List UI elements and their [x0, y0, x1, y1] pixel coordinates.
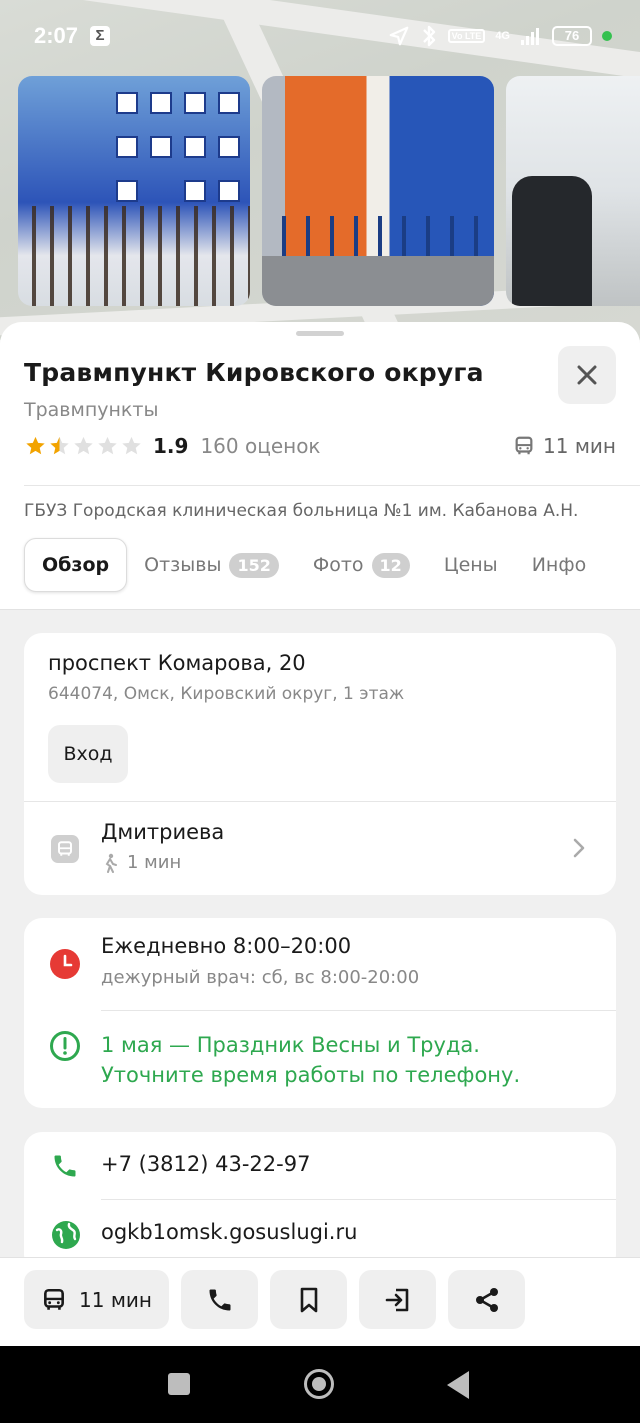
photos-count-badge: 12 [371, 552, 410, 578]
bus-stop-icon [51, 835, 79, 863]
bus-icon [515, 436, 533, 455]
star-empty-icon [74, 436, 93, 455]
tab-bar: Обзор Отзывы 152 Фото 12 Цены Инфо [24, 538, 603, 592]
rating-stars [24, 435, 143, 457]
walk-time-label: 1 мин [127, 852, 182, 873]
close-button[interactable] [558, 346, 616, 404]
enter-building-button[interactable] [359, 1270, 436, 1329]
walk-icon [105, 853, 117, 873]
close-icon [577, 365, 597, 385]
divider [24, 485, 640, 486]
volte-icon: Vo LTE [447, 29, 486, 43]
network-type-icon: 4G [495, 30, 510, 42]
rating-value: 1.9 [153, 434, 189, 458]
entrance-button[interactable]: Вход [48, 725, 128, 783]
bookmark-button[interactable] [270, 1270, 347, 1329]
chevron-right-icon [573, 838, 585, 858]
place-category: Травмпункты [24, 399, 159, 421]
signal-icon [521, 28, 539, 45]
phone-icon [54, 1155, 76, 1177]
tab-reviews[interactable]: Отзывы 152 [127, 538, 296, 592]
transit-time-label: 11 мин [543, 434, 616, 458]
route-button[interactable]: 11 мин [24, 1270, 169, 1329]
bookmark-icon [300, 1287, 317, 1312]
photo-building-blue[interactable] [18, 76, 250, 306]
tab-photos[interactable]: Фото 12 [296, 538, 427, 592]
hours-card: Ежедневно 8:00–20:00 дежурный врач: сб, … [24, 918, 616, 1108]
divider [101, 1199, 616, 1200]
system-navigation-bar [0, 1346, 640, 1423]
tab-label: Фото [312, 554, 364, 576]
bus-icon [44, 1288, 64, 1310]
photo-gallery[interactable] [18, 76, 640, 306]
photo-interior-hall[interactable] [506, 76, 640, 306]
tab-label: Отзывы [144, 554, 222, 576]
divider [101, 1010, 616, 1011]
recents-button[interactable] [168, 1373, 190, 1395]
place-header: Травмпункт Кировского округа Травмпункты… [0, 322, 640, 610]
website-link[interactable]: ogkb1omsk.gosuslugi.ru [101, 1220, 357, 1244]
tab-label: Инфо [531, 554, 587, 576]
tab-label: Обзор [42, 554, 110, 576]
privacy-indicator-dot [602, 31, 612, 41]
divider [24, 801, 616, 802]
entrance-icon [385, 1288, 408, 1311]
holiday-notice: 1 мая — Праздник Весны и Труда. Уточните… [101, 1030, 520, 1090]
action-bar: 11 мин [0, 1257, 640, 1346]
globe-icon [52, 1221, 80, 1249]
holiday-line-2: Уточните время работы по телефону. [101, 1063, 521, 1087]
rating-row[interactable]: 1.9 160 оценок 11 мин [24, 432, 616, 460]
tab-info[interactable]: Инфо [515, 538, 604, 592]
stop-name: Дмитриева [101, 820, 225, 844]
contacts-card: +7 (3812) 43-22-97 ogkb1omsk.gosuslugi.r… [24, 1132, 616, 1257]
place-title: Травмпункт Кировского округа [24, 358, 484, 387]
star-icon [26, 436, 45, 455]
call-button[interactable] [181, 1270, 258, 1329]
status-time: 2:07 [34, 23, 79, 48]
sigma-notification-icon: Σ [90, 26, 110, 46]
battery-icon: 76 [552, 26, 592, 46]
phone-number[interactable]: +7 (3812) 43-22-97 [101, 1152, 310, 1176]
address-card: проспект Комарова, 20 644074, Омск, Киро… [24, 633, 616, 895]
walk-time: 1 мин [101, 852, 181, 873]
address-details: 644074, Омск, Кировский округ, 1 этаж [48, 684, 405, 704]
tab-prices[interactable]: Цены [427, 538, 515, 592]
reviews-count-badge: 152 [229, 552, 279, 578]
address-main[interactable]: проспект Комарова, 20 [48, 651, 306, 675]
status-bar: 2:07 Σ Vo LTE 4G 76 [0, 0, 640, 72]
back-button[interactable] [447, 1371, 469, 1399]
clock-icon [50, 949, 80, 979]
place-card-sheet: Травмпункт Кировского округа Травмпункты… [0, 322, 640, 1257]
drag-handle[interactable] [296, 331, 344, 336]
transit-time[interactable]: 11 мин [513, 434, 616, 458]
hours-main[interactable]: Ежедневно 8:00–20:00 [101, 934, 351, 958]
tab-label: Цены [443, 554, 498, 576]
phone-icon [209, 1289, 230, 1310]
bluetooth-icon [422, 25, 435, 47]
location-arrow-icon [389, 26, 408, 46]
share-icon [475, 1287, 498, 1312]
tab-overview[interactable]: Обзор [24, 538, 128, 592]
holiday-line-1: 1 мая — Праздник Весны и Труда. [101, 1033, 480, 1057]
organization-name[interactable]: ГБУЗ Городская клиническая больница №1 и… [24, 501, 578, 521]
alert-icon [50, 1031, 80, 1061]
rating-count: 160 оценок [200, 434, 321, 458]
star-empty-icon [122, 436, 141, 455]
hours-duty-doctor: дежурный врач: сб, вс 8:00-20:00 [101, 967, 420, 988]
photo-building-orange[interactable] [262, 76, 494, 306]
star-half-icon [50, 436, 69, 455]
star-empty-icon [98, 436, 117, 455]
home-button[interactable] [304, 1369, 334, 1399]
route-time-label: 11 мин [79, 1287, 152, 1312]
share-button[interactable] [448, 1270, 525, 1329]
